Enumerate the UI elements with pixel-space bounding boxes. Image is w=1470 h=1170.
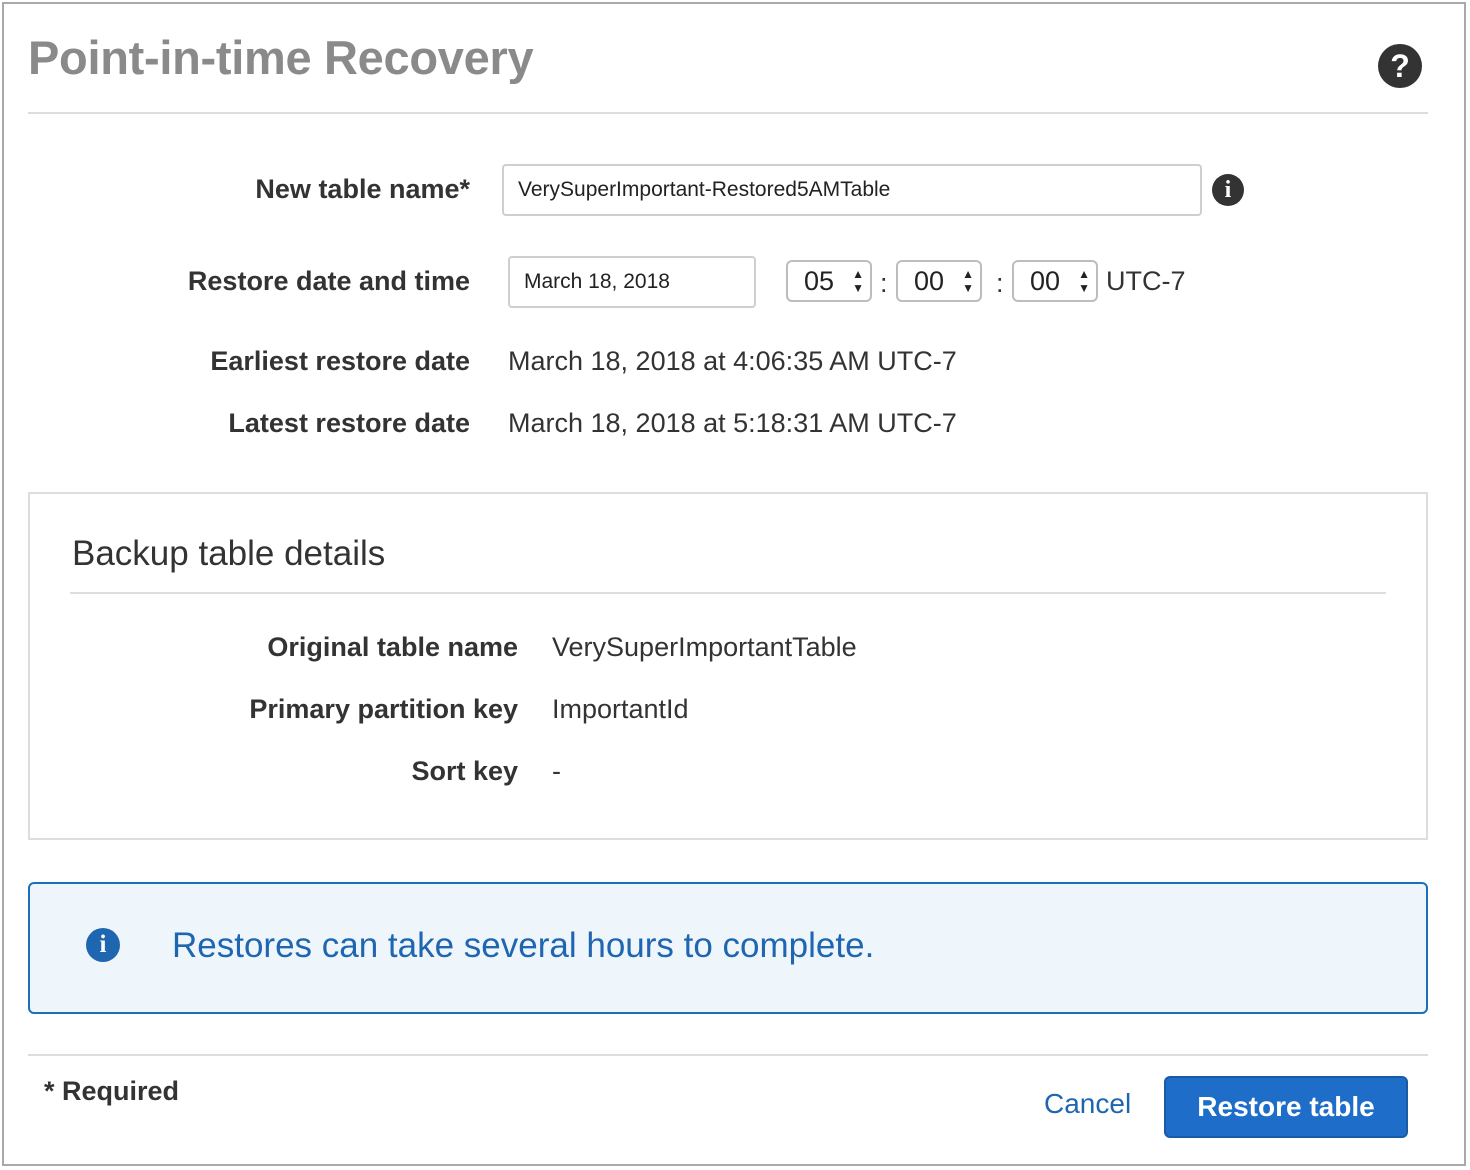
primary-partition-key-label: Primary partition key <box>249 694 518 724</box>
new-table-name-input[interactable]: VerySuperImportant-Restored5AMTable <box>502 164 1202 216</box>
required-note: * Required <box>44 1076 180 1106</box>
hour-stepper[interactable]: 05 ▲ ▼ <box>786 260 872 302</box>
minute-value: 00 <box>914 265 945 296</box>
new-table-name-label: New table name* <box>255 174 470 204</box>
stepper-arrows-icon[interactable]: ▲ ▼ <box>1078 267 1090 295</box>
help-icon[interactable]: ? <box>1378 44 1422 88</box>
restore-date-time-label: Restore date and time <box>187 266 470 296</box>
earliest-restore-value: March 18, 2018 at 4:06:35 AM UTC-7 <box>508 346 957 376</box>
footer-divider <box>28 1054 1428 1056</box>
restore-date-input[interactable]: March 18, 2018 <box>508 256 756 308</box>
time-separator: : <box>996 268 1004 298</box>
header-divider <box>28 112 1428 114</box>
second-stepper[interactable]: 00 ▲ ▼ <box>1012 260 1098 302</box>
earliest-restore-label: Earliest restore date <box>210 346 470 376</box>
hour-value: 05 <box>804 265 835 296</box>
backup-details-panel: Backup table details Original table name… <box>28 492 1428 840</box>
backup-details-title: Backup table details <box>72 534 386 573</box>
point-in-time-recovery-dialog: Point-in-time Recovery ? New table name*… <box>2 2 1466 1166</box>
info-alert: i Restores can take several hours to com… <box>28 882 1428 1014</box>
alert-message: Restores can take several hours to compl… <box>172 926 875 965</box>
info-circle-icon: i <box>86 928 120 962</box>
second-value: 00 <box>1030 265 1061 296</box>
panel-divider <box>70 592 1386 594</box>
latest-restore-value: March 18, 2018 at 5:18:31 AM UTC-7 <box>508 408 957 438</box>
minute-stepper[interactable]: 00 ▲ ▼ <box>896 260 982 302</box>
sort-key-label: Sort key <box>411 756 518 786</box>
dialog-title: Point-in-time Recovery <box>28 31 534 84</box>
time-separator: : <box>880 268 888 298</box>
original-table-name-label: Original table name <box>267 632 518 662</box>
primary-partition-key-value: ImportantId <box>552 694 689 724</box>
restore-table-button[interactable]: Restore table <box>1164 1076 1408 1138</box>
info-icon[interactable]: i <box>1212 174 1244 206</box>
stepper-arrows-icon[interactable]: ▲ ▼ <box>962 267 974 295</box>
latest-restore-label: Latest restore date <box>228 408 470 438</box>
original-table-name-value: VerySuperImportantTable <box>552 632 857 662</box>
cancel-button[interactable]: Cancel <box>1044 1088 1131 1120</box>
timezone-label: UTC-7 <box>1106 266 1186 296</box>
sort-key-value: - <box>552 756 561 786</box>
stepper-arrows-icon[interactable]: ▲ ▼ <box>852 267 864 295</box>
